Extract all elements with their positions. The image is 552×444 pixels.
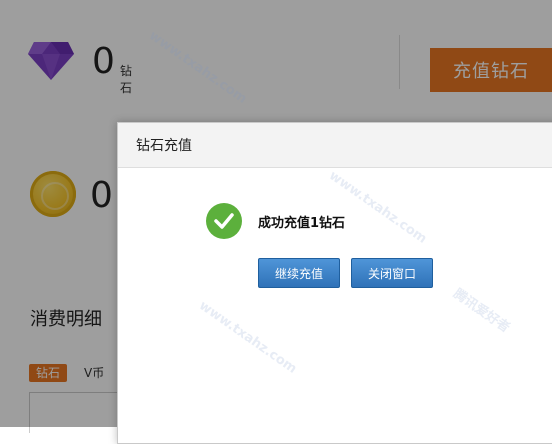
success-check-icon — [206, 203, 242, 239]
continue-recharge-button[interactable]: 继续充值 — [258, 258, 340, 288]
recharge-dialog: 钻石充值 成功充值1钻石 继续充值 关闭窗口 — [117, 122, 552, 444]
success-message-text: 成功充值1钻石 — [258, 215, 346, 231]
close-window-button[interactable]: 关闭窗口 — [351, 258, 433, 288]
dialog-title: 钻石充值 — [118, 123, 552, 168]
success-message: 成功充值1钻石 — [206, 203, 345, 239]
